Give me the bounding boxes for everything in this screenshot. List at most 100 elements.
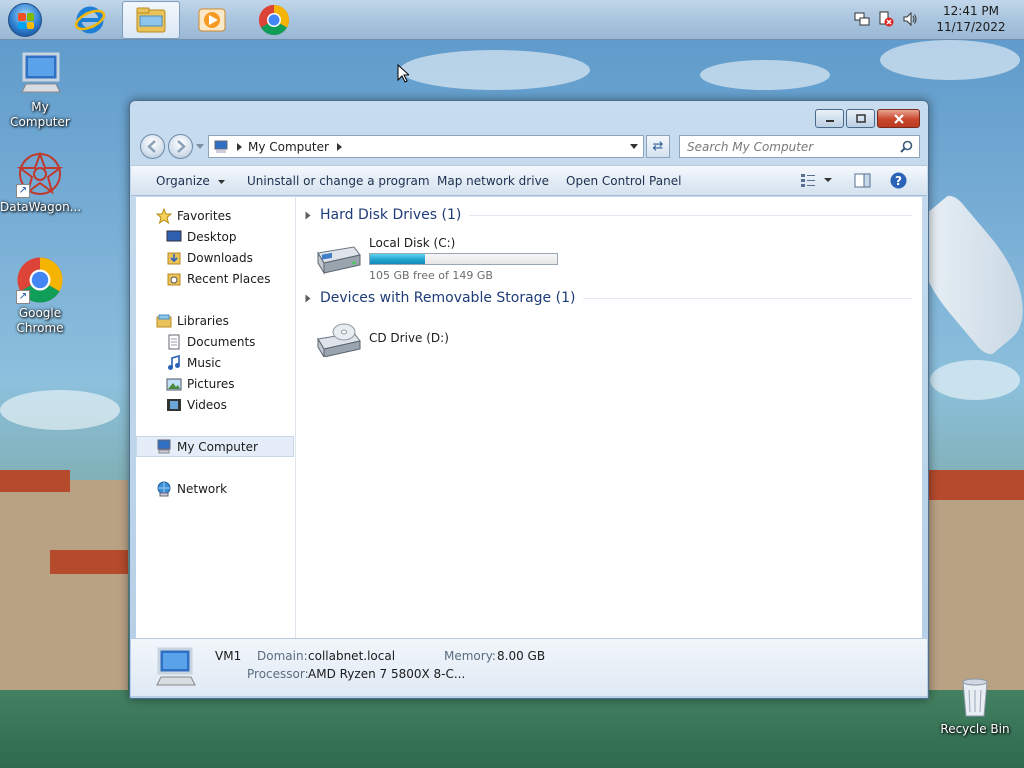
nav-videos[interactable]: Videos	[136, 394, 294, 415]
start-button[interactable]	[8, 3, 42, 37]
computer-name: VM1	[215, 649, 242, 663]
volume-icon[interactable]	[902, 11, 918, 27]
navigation-pane: Favorites Desktop Downloads Recent Place…	[136, 197, 296, 638]
collapse-triangle-icon[interactable]	[305, 211, 311, 219]
group-divider	[469, 214, 912, 216]
computer-icon	[214, 140, 228, 153]
maximize-button[interactable]	[846, 109, 875, 128]
drive-cd-d[interactable]: CD Drive (D:)	[314, 317, 574, 363]
search-icon[interactable]	[900, 140, 913, 153]
drive-name: Local Disk (C:)	[369, 236, 456, 250]
computer-icon	[16, 50, 64, 98]
window-controls	[815, 109, 920, 128]
desktop-icon-google-chrome[interactable]: ↗ Google Chrome	[0, 256, 80, 336]
address-dropdown-icon[interactable]	[630, 144, 638, 150]
organize-label: Organize	[156, 174, 210, 188]
details-pane: VM1 Domain: collabnet.local Memory: 8.00…	[131, 638, 927, 696]
recent-pages-chevron-icon[interactable]	[196, 144, 204, 150]
documents-icon	[166, 334, 182, 350]
processor-label: Processor:	[247, 667, 309, 681]
refresh-button[interactable]: ⇄	[646, 135, 670, 158]
recent-places-icon	[166, 271, 182, 287]
group-removable-storage[interactable]: Devices with Removable Storage (1)	[304, 290, 912, 306]
command-bar: Organize Uninstall or change a program M…	[131, 165, 927, 196]
domain-value: collabnet.local	[308, 649, 396, 663]
taskbar-internet-explorer[interactable]	[61, 1, 119, 39]
action-center-icon[interactable]	[878, 11, 894, 27]
drive-usage-bar	[369, 253, 558, 265]
collapse-triangle-icon[interactable]	[305, 294, 311, 302]
desktop-icon-datawagon[interactable]: ↗ DataWagon...	[0, 150, 81, 215]
nav-label: My Computer	[177, 439, 258, 454]
minimize-button[interactable]	[815, 109, 844, 128]
desktop-icon-label: Google Chrome	[16, 306, 64, 335]
organize-button[interactable]: Organize	[156, 174, 225, 188]
downloads-folder-icon	[166, 250, 182, 266]
desktop-icon-label: My Computer	[10, 100, 70, 129]
nav-favorites[interactable]: Favorites	[136, 205, 294, 226]
taskbar-windows-explorer[interactable]	[122, 1, 180, 39]
change-view-button[interactable]	[800, 173, 816, 190]
nav-libraries[interactable]: Libraries	[136, 310, 294, 331]
clock[interactable]: 12:41 PM 11/17/2022	[936, 3, 1006, 35]
back-button[interactable]	[140, 134, 165, 159]
drive-free-space: 105 GB free of 149 GB	[369, 269, 493, 282]
nav-network[interactable]: Network	[136, 478, 294, 499]
nav-documents[interactable]: Documents	[136, 331, 294, 352]
address-bar[interactable]: My Computer	[208, 135, 644, 158]
taskbar-media-player[interactable]	[183, 1, 241, 39]
svg-text:?: ?	[895, 174, 902, 188]
desktop-icon-my-computer[interactable]: My Computer	[0, 50, 80, 130]
preview-pane-button[interactable]	[854, 173, 871, 191]
group-hard-disk-drives[interactable]: Hard Disk Drives (1)	[304, 207, 912, 223]
chrome-icon: ↗	[16, 256, 64, 304]
nav-pictures[interactable]: Pictures	[136, 373, 294, 394]
music-note-icon	[166, 354, 182, 371]
drive-local-disk-c[interactable]: Local Disk (C:) 105 GB free of 149 GB	[314, 235, 574, 282]
search-box[interactable]	[679, 135, 920, 158]
help-button[interactable]: ?	[890, 172, 907, 192]
chrome-icon	[258, 4, 290, 36]
breadcrumb-separator-icon[interactable]	[336, 142, 342, 151]
network-status-icon[interactable]	[854, 11, 870, 27]
open-control-panel-button[interactable]: Open Control Panel	[566, 174, 681, 188]
nav-label: Recent Places	[187, 271, 271, 286]
map-network-drive-button[interactable]: Map network drive	[437, 174, 549, 188]
nav-label: Favorites	[177, 208, 232, 223]
nav-label: Documents	[187, 334, 256, 349]
nav-label: Network	[177, 481, 228, 496]
uninstall-program-button[interactable]: Uninstall or change a program	[247, 174, 430, 188]
nav-my-computer[interactable]: My Computer	[136, 436, 294, 457]
group-divider	[583, 297, 912, 299]
desktop-icon-recycle-bin[interactable]: Recycle Bin	[935, 672, 1015, 737]
search-input[interactable]	[687, 137, 900, 156]
nav-desktop[interactable]: Desktop	[136, 226, 294, 247]
network-icon	[156, 481, 172, 497]
forward-button[interactable]	[168, 134, 193, 159]
nav-recent-places[interactable]: Recent Places	[136, 268, 294, 289]
taskbar-google-chrome[interactable]	[245, 1, 303, 39]
nav-label: Videos	[187, 397, 227, 412]
memory-value: 8.00 GB	[497, 649, 546, 663]
clock-date: 11/17/2022	[936, 20, 1006, 34]
back-arrow-icon	[147, 140, 156, 153]
clock-time: 12:41 PM	[943, 4, 999, 18]
computer-icon	[156, 439, 172, 455]
nav-label: Libraries	[177, 313, 229, 328]
pictures-icon	[166, 376, 182, 392]
forward-arrow-icon	[177, 140, 186, 153]
breadcrumb-my-computer[interactable]: My Computer	[248, 140, 329, 154]
close-button[interactable]	[877, 109, 920, 128]
cd-drive-icon	[317, 323, 361, 357]
windows-logo-icon	[18, 13, 34, 29]
minimize-icon	[825, 119, 834, 122]
folder-icon	[136, 7, 166, 33]
nav-label: Pictures	[187, 376, 235, 391]
nav-downloads[interactable]: Downloads	[136, 247, 294, 268]
chevron-down-icon	[217, 180, 225, 184]
nav-music[interactable]: Music	[136, 352, 294, 373]
view-dropdown-button[interactable]	[824, 173, 832, 190]
refresh-icon: ⇄	[652, 139, 664, 154]
star-icon	[155, 207, 173, 224]
breadcrumb-separator-icon[interactable]	[237, 142, 242, 151]
